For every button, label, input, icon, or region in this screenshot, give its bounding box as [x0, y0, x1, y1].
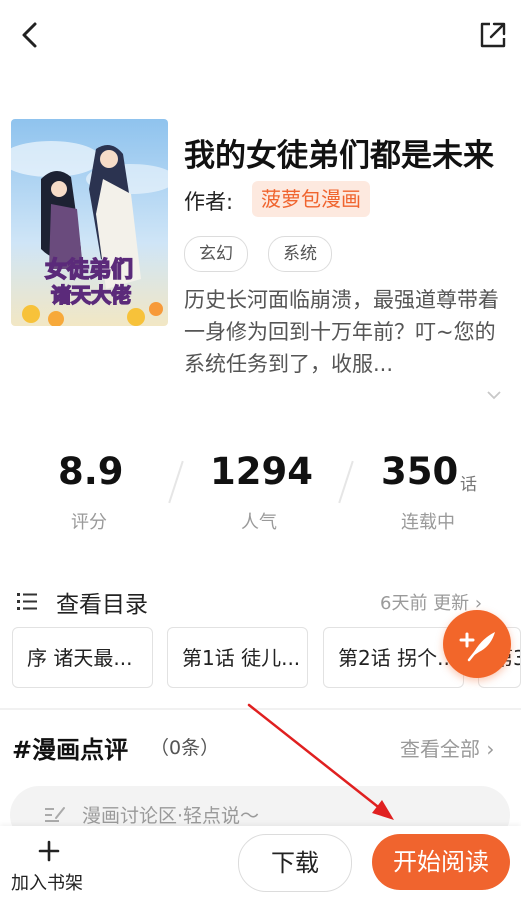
- list-icon: [17, 593, 37, 610]
- plus-icon[interactable]: [38, 840, 60, 862]
- cover-logo: 女徒弟们: [45, 257, 133, 283]
- chapter-card[interactable]: 第1话 徒儿...: [167, 627, 308, 688]
- rating-value: 8.9: [58, 450, 124, 493]
- tag-chip[interactable]: 玄幻: [184, 236, 248, 272]
- comic-cover: 女徒弟们 诸天大佬: [11, 119, 168, 326]
- start-reading-button[interactable]: 开始阅读: [372, 834, 510, 890]
- view-all-reviews-link[interactable]: 查看全部 ›: [400, 733, 494, 762]
- review-section-title: #漫画点评: [12, 736, 129, 764]
- serial-status-label: 连载中: [401, 512, 455, 533]
- download-button[interactable]: 下载: [238, 834, 352, 892]
- popularity-value: 1294: [210, 450, 313, 493]
- section-divider: [0, 708, 521, 710]
- back-icon[interactable]: [14, 18, 48, 52]
- share-icon[interactable]: [476, 18, 510, 52]
- stat-divider: [168, 460, 184, 504]
- chapter-card[interactable]: 序 诸天最...: [12, 627, 153, 688]
- chapter-count-value: 350: [381, 450, 459, 493]
- review-input-placeholder: 漫画讨论区·轻点说～: [82, 805, 260, 827]
- review-count: （0条）: [150, 737, 220, 759]
- tag-chip[interactable]: 系统: [268, 236, 332, 272]
- stat-divider: [338, 460, 354, 504]
- edit-lines-icon: [45, 807, 65, 822]
- add-to-shelf-button[interactable]: 加入书架: [11, 869, 83, 895]
- author-name-link[interactable]: 菠萝包漫画: [252, 181, 370, 217]
- catalog-button[interactable]: 查看目录: [56, 585, 148, 619]
- svg-text:诸天大佬: 诸天大佬: [51, 283, 131, 307]
- popularity-label: 人气: [241, 512, 277, 533]
- author-label: 作者:: [184, 190, 234, 214]
- comic-title: 我的女徒弟们都是未来: [184, 138, 494, 174]
- quill-plus-icon: [459, 632, 495, 662]
- comic-description[interactable]: 历史长河面临崩溃，最强道尊带着一身修为回到十万年前？叮~您的系统任务到了，收服.…: [184, 284, 514, 380]
- write-comment-fab[interactable]: [443, 610, 511, 678]
- expand-chevron-icon[interactable]: [486, 387, 502, 403]
- rating-label: 评分: [71, 512, 107, 533]
- chapter-count-unit: 话: [460, 475, 477, 495]
